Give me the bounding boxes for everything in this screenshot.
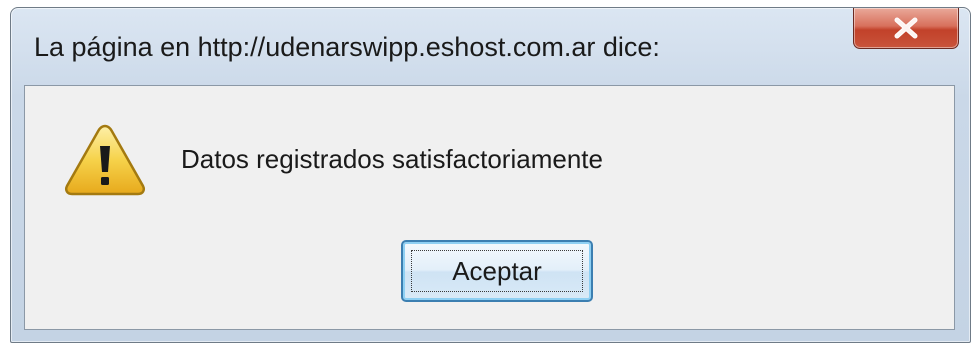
dialog-content: Datos registrados satisfactoriamente Ace… bbox=[24, 85, 955, 330]
warning-icon bbox=[63, 122, 147, 198]
close-icon bbox=[891, 16, 921, 40]
ok-button-label: Aceptar bbox=[452, 255, 542, 286]
close-button[interactable] bbox=[853, 8, 959, 49]
dialog-title: La página en http://udenarswipp.eshost.c… bbox=[34, 32, 660, 62]
alert-dialog: La página en http://udenarswipp.eshost.c… bbox=[10, 7, 971, 343]
ok-button[interactable]: Aceptar bbox=[401, 240, 593, 302]
dialog-message: Datos registrados satisfactoriamente bbox=[181, 144, 603, 174]
dialog-titlebar[interactable]: La página en http://udenarswipp.eshost.c… bbox=[11, 8, 970, 84]
